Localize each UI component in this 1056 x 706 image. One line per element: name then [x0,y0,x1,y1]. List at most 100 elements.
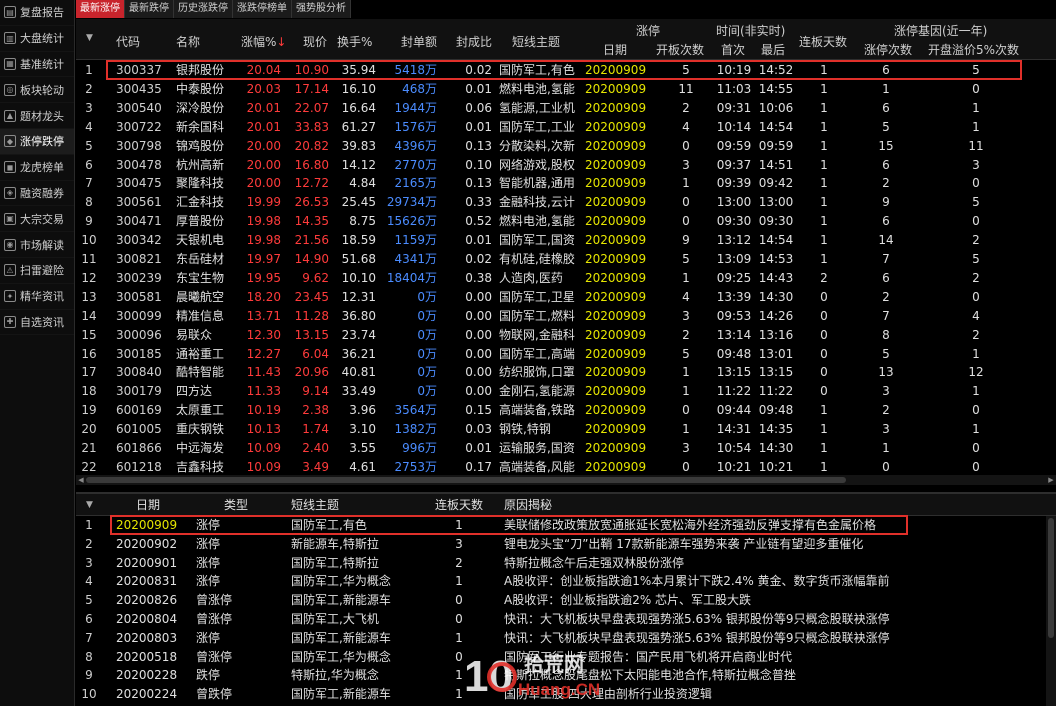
cell-no: 8 [85,649,93,664]
table-row[interactable]: 13 300581 晨曦航空 18.20 23.45 12.31 0万 0.00 国防军工,卫星… [76,288,1056,307]
table-row[interactable]: 19 600169 太原重工 10.19 2.38 3.96 3564万 0.15 高端装备,铁… [76,401,1056,420]
sidebar-item-11[interactable]: ✦ 精华资讯 [0,284,74,310]
col-first[interactable]: 首次 [721,41,745,58]
table-row[interactable]: 2 300435 中泰股份 20.03 17.14 16.10 468万 0.01 燃料电池,氢… [76,80,1056,99]
col-open-count[interactable]: 开板次数 [656,41,704,58]
scroll-right-icon[interactable]: ▶ [1046,475,1056,485]
table-row[interactable]: 1 300337 银邦股份 20.04 10.90 35.94 5418万 0.02 国防军工,… [76,61,1056,80]
table-row[interactable]: 6 300478 杭州高新 20.00 16.80 14.12 2770万 0.10 网络游戏,… [76,156,1056,175]
col-theme[interactable]: 短线主题 [512,33,560,50]
sidebar-item-5[interactable]: ◆ 涨停跌停 [0,128,74,155]
tab-4[interactable]: 强势股分析 [292,0,351,18]
sidebar-item-0[interactable]: ▤ 复盘报告 [0,0,74,26]
sidebar-item-1[interactable]: ▥ 大盘统计 [0,26,74,52]
history-row[interactable]: 2 20200902 涨停 新能源车,特斯拉 3 锂电龙头宝“刀”出鞘 17款新能源车强势… [76,535,1056,554]
col-last[interactable]: 最后 [761,41,785,58]
table-row[interactable]: 14 300099 精准信息 13.71 11.28 36.80 0万 0.00 国防军工,燃料… [76,307,1056,326]
table-row[interactable]: 16 300185 通裕重工 12.27 6.04 36.21 0万 0.00 国防军工,高端 2… [76,345,1056,364]
table-row[interactable]: 8 300561 汇金科技 19.99 26.53 25.45 29734万 0.33 金融科技… [76,193,1056,212]
col-date[interactable]: 日期 [136,494,216,516]
cell-date: 20200909 [585,327,647,342]
scroll-left-icon[interactable]: ◀ [76,475,86,485]
tab-0[interactable]: 最新涨停 [76,0,125,18]
col-name[interactable]: 名称 [176,33,200,50]
cell-seal: 5418万 [394,63,437,77]
cell-first: 09:30 [716,214,752,229]
col-streak[interactable]: 连板天数 [799,33,847,50]
col-reason[interactable]: 原因揭秘 [504,494,1056,516]
tab-3[interactable]: 涨跌停榜单 [233,0,292,18]
history-row[interactable]: 7 20200803 涨停 国防军工,新能源车 1 快讯：大飞机板块早盘表现强势涨5.63… [76,629,1056,648]
sidebar-item-2[interactable]: ▦ 基准统计 [0,52,74,78]
col-theme[interactable]: 短线主题 [291,494,421,516]
sort-toggle-icon[interactable]: ▼ [86,33,93,43]
col-streak[interactable]: 连板天数 [426,494,492,516]
scrollbar-thumb[interactable] [1048,518,1054,638]
cell-price: 2.40 [302,441,329,455]
sidebar-item-6[interactable]: ◼ 龙虎榜单 [0,155,74,181]
sidebar-item-8[interactable]: ▣ 大宗交易 [0,206,74,233]
table-row[interactable]: 15 300096 易联众 12.30 13.15 23.74 0万 0.00 物联网,金融科 2… [76,326,1056,345]
sidebar-item-9[interactable]: ◉ 市场解读 [0,232,74,258]
sidebar-item-12[interactable]: ✚ 自选资讯 [0,310,74,336]
table-row[interactable]: 4 300722 新余国科 20.01 33.83 61.27 1576万 0.01 国防军工,… [76,118,1056,137]
cell-prem: 0 [972,81,980,96]
sort-toggle-icon[interactable]: ▼ [86,494,93,516]
col-seal-ratio[interactable]: 封成比 [456,33,492,50]
table-row[interactable]: 18 300179 四方达 11.33 9.14 33.49 0万 0.00 金刚石,氢能源 20… [76,382,1056,401]
horizontal-scrollbar[interactable]: ◀ ▶ [76,475,1056,485]
cell-seal: 0万 [417,327,437,342]
history-header: ▼ 日期 类型 短线主题 连板天数 原因揭秘 [76,494,1056,516]
history-table: ▼ 日期 类型 短线主题 连板天数 原因揭秘 1 20200909 涨停 国防军工,有… [76,492,1056,706]
cell-seal: 3564万 [394,403,437,418]
table-row[interactable]: 22 601218 吉鑫科技 10.09 3.49 4.61 2753万 0.17 高端装备,风… [76,458,1056,477]
table-row[interactable]: 10 300342 天银机电 19.98 21.56 18.59 1159万 0.01 国防军工… [76,231,1056,250]
table-row[interactable]: 17 300840 酷特智能 11.43 20.96 40.81 0万 0.00 纺织服饰,口罩… [76,363,1056,382]
cell-turn: 3.96 [349,403,376,418]
cell-no: 1 [85,63,93,77]
history-row[interactable]: 6 20200804 曾涨停 国防军工,大飞机 0 快讯：大飞机板块早盘表现强势涨5.63… [76,610,1056,629]
table-row[interactable]: 11 300821 东岳硅材 19.97 14.90 51.68 4341万 0.02 有机硅,… [76,250,1056,269]
cell-price: 17.14 [294,81,329,96]
col-zt-count[interactable]: 涨停次数 [864,41,912,58]
cell-open: 1 [682,384,690,399]
tab-1[interactable]: 最新跌停 [125,0,174,18]
cell-type: 曾涨停 [196,649,233,664]
history-row[interactable]: 3 20200901 涨停 国防军工,特斯拉 2 特斯拉概念午后走强双林股份涨停 [76,554,1056,573]
table-row[interactable]: 5 300798 锦鸡股份 20.00 20.82 39.83 4396万 0.13 分散染料,… [76,137,1056,156]
history-row[interactable]: 8 20200518 曾涨停 国防军工,华为概念 0 国防军工行业专题报告：国产民用飞机将… [76,648,1056,667]
table-row[interactable]: 7 300475 聚隆科技 20.00 12.72 4.84 2165万 0.13 智能机器,通… [76,174,1056,193]
col-pct[interactable]: 涨幅%↓ [241,33,286,50]
history-row[interactable]: 1 20200909 涨停 国防军工,有色 1 美联储修改政策放宽通胀延长宽松海外经济强劲… [76,516,1056,535]
tab-2[interactable]: 历史涨跌停 [174,0,233,18]
cell-theme: 物联网,金融科 [499,327,575,342]
col-seal[interactable]: 封单额 [401,33,437,50]
history-row[interactable]: 9 20200228 跌停 特斯拉,华为概念 1 特斯拉概念股尾盘松下太阳能电池合作,特斯… [76,666,1056,685]
table-row[interactable]: 9 300471 厚普股份 19.98 14.35 8.75 15626万 0.52 燃料电池,… [76,212,1056,231]
sidebar-item-10[interactable]: ⚠ 扫雷避险 [0,258,74,284]
table-row[interactable]: 21 601866 中远海发 10.09 2.40 3.55 996万 0.01 运输服务,国资… [76,439,1056,458]
col-premium-count[interactable]: 开盘溢价5%次数 [928,41,1019,58]
sidebar-item-7[interactable]: ◈ 融资融券 [0,181,74,207]
sidebar-item-4[interactable]: ▲ 题材龙头 [0,103,74,129]
sidebar-item-3[interactable]: ◎ 板块轮动 [0,77,74,104]
col-turnover[interactable]: 换手% [337,33,372,50]
scrollbar-thumb[interactable] [86,477,846,483]
cell-last: 14:35 [758,422,794,437]
vertical-scrollbar[interactable] [1046,516,1056,706]
table-row[interactable]: 12 300239 东宝生物 19.95 9.62 10.10 18404万 0.38 人造肉,… [76,269,1056,288]
history-row[interactable]: 10 20200224 曾跌停 国防军工,新能源车 1 国防军工股 四大理由剖析行业投资逻… [76,685,1056,704]
table-row[interactable]: 3 300540 深冷股份 20.01 22.07 16.64 1944万 0.06 氢能源,工… [76,99,1056,118]
history-row[interactable]: 5 20200826 曾涨停 国防军工,新能源车 0 A股收评：创业板指跌逾2% 芯片、军… [76,591,1056,610]
cell-no: 17 [81,365,97,380]
mine-icon: ⚠ [4,264,16,277]
col-code[interactable]: 代码 [116,33,140,50]
table-row[interactable]: 20 601005 重庆钢铁 10.13 1.74 3.10 1382万 0.03 钢铁,特钢 2… [76,420,1056,439]
cell-turn: 16.10 [341,81,376,96]
cell-no: 15 [81,327,97,342]
col-date[interactable]: 日期 [603,41,627,58]
history-row[interactable]: 4 20200831 涨停 国防军工,华为概念 1 A股收评：创业板指跌逾1%本月累计下跌… [76,572,1056,591]
col-price[interactable]: 现价 [303,33,327,50]
cell-first: 10:21 [716,459,752,474]
sidebar-item-label: 大宗交易 [20,212,64,226]
